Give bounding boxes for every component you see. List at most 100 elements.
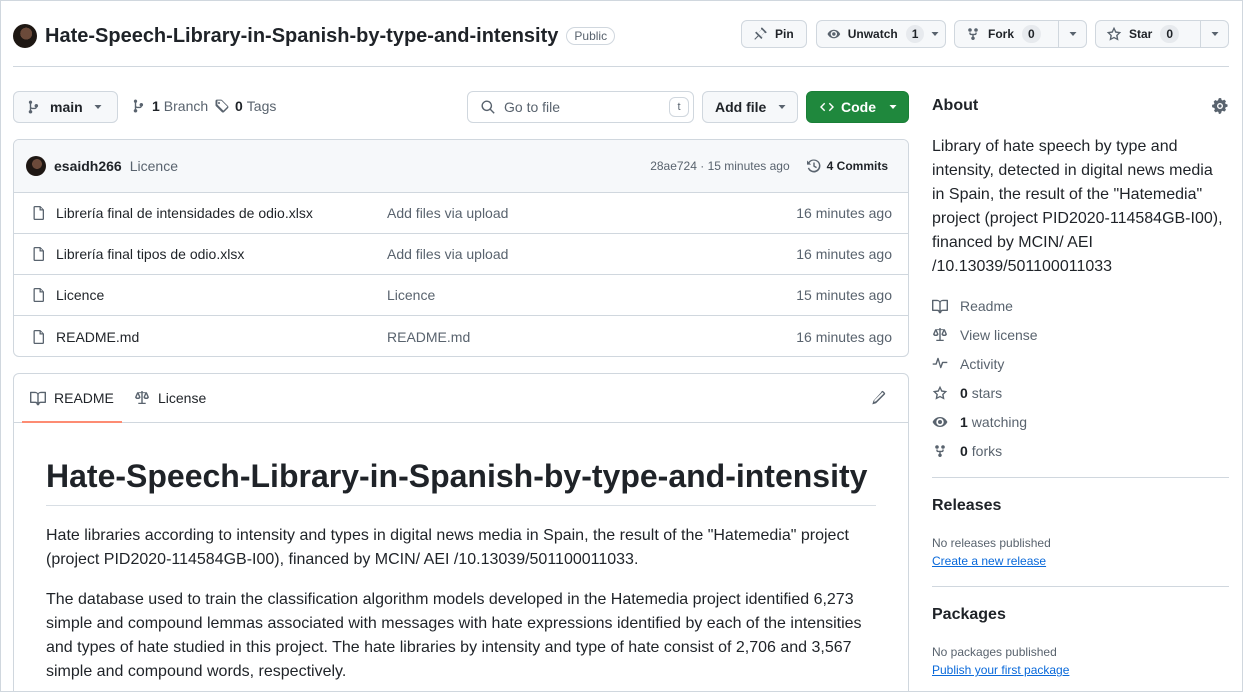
branches-link[interactable]: 1 Branch <box>131 98 208 114</box>
law-icon <box>933 328 947 341</box>
code-icon <box>820 102 834 112</box>
tags-link[interactable]: 0 Tags <box>214 98 276 114</box>
packages-empty-text: No packages published <box>932 645 1057 659</box>
file-name[interactable]: README.md <box>56 329 139 345</box>
pin-label: Pin <box>775 27 794 41</box>
fork-button[interactable]: Fork 0 <box>954 20 1087 48</box>
branch-selector[interactable]: main <box>13 91 118 123</box>
gear-icon[interactable] <box>1212 98 1228 114</box>
file-commit-message[interactable]: Licence <box>387 287 435 303</box>
readme-link-label: Readme <box>960 298 1013 314</box>
stars-count: 0 <box>960 385 968 401</box>
file-commit-message[interactable]: README.md <box>387 329 470 345</box>
law-icon <box>135 391 149 404</box>
watching-label: watching <box>971 414 1028 430</box>
license-link[interactable]: View license <box>932 325 1038 345</box>
readme-paragraph-1: Hate libraries according to intensity an… <box>46 527 849 568</box>
readme-link[interactable]: Readme <box>932 296 1013 316</box>
sidebar-divider <box>932 477 1229 478</box>
file-name[interactable]: Licence <box>56 287 104 303</box>
star-button[interactable]: Star 0 <box>1095 20 1229 48</box>
watch-counter: 1 <box>905 25 925 43</box>
activity-link[interactable]: Activity <box>932 354 1004 374</box>
pin-button[interactable]: Pin <box>741 20 807 48</box>
file-row[interactable]: Librería final de intensidades de odio.x… <box>14 193 908 234</box>
star-icon <box>1106 26 1122 41</box>
add-file-button[interactable]: Add file <box>702 91 798 123</box>
unwatch-dropdown[interactable] <box>924 21 945 47</box>
file-row[interactable]: Librería final tipos de odio.xlsx Add fi… <box>14 234 908 275</box>
releases-title[interactable]: Releases <box>932 497 1001 515</box>
repo-name[interactable]: Hate-Speech-Library-in-Spanish-by-type-a… <box>45 25 558 48</box>
sidebar-divider <box>932 586 1229 587</box>
commit-message[interactable]: Licence <box>130 158 178 174</box>
file-row[interactable]: README.md README.md 16 minutes ago <box>14 316 908 356</box>
readme-paragraph-2: The database used to train the classific… <box>46 591 862 680</box>
star-icon <box>932 385 948 400</box>
caret-down-icon <box>94 105 102 109</box>
commits-label: Commits <box>836 159 888 173</box>
eye-icon <box>932 417 948 427</box>
file-list: esaidh266 Licence 28ae724 · 15 minutes a… <box>13 139 909 357</box>
file-icon <box>33 329 44 344</box>
file-commit-time: 16 minutes ago <box>796 205 892 221</box>
file-commit-message[interactable]: Add files via upload <box>387 205 508 221</box>
forks-link[interactable]: 0 forks <box>932 441 1002 461</box>
commit-hash-time[interactable]: 28ae724 · 15 minutes ago <box>650 159 789 173</box>
releases-empty-text: No releases published <box>932 536 1051 550</box>
pulse-icon <box>932 357 948 369</box>
go-to-file-input[interactable] <box>504 99 654 115</box>
author-avatar[interactable] <box>26 156 46 176</box>
star-dropdown[interactable] <box>1200 21 1228 47</box>
caret-down-icon <box>778 105 786 109</box>
commits-count: 4 <box>826 159 834 173</box>
go-to-file-box[interactable]: t <box>467 91 694 123</box>
license-link-label: View license <box>960 327 1038 343</box>
about-title: About <box>932 97 979 114</box>
packages-title[interactable]: Packages <box>932 606 1006 624</box>
stars-link[interactable]: 0 stars <box>932 383 1002 403</box>
tags-label: Tags <box>246 98 277 114</box>
file-icon <box>33 247 44 261</box>
file-name[interactable]: Librería final de intensidades de odio.x… <box>56 205 313 221</box>
fork-icon <box>935 445 945 458</box>
fork-counter: 0 <box>1022 25 1041 43</box>
tab-readme[interactable]: README <box>22 374 122 423</box>
commits-link[interactable]: 4 Commits <box>806 158 888 174</box>
stars-label: stars <box>971 385 1003 401</box>
header-divider <box>13 66 1229 67</box>
readme-tabs: README License <box>14 374 908 423</box>
visibility-badge: Public <box>566 27 616 45</box>
branches-count: 1 <box>152 98 160 114</box>
publish-package-link[interactable]: Publish your first package <box>932 663 1069 677</box>
tab-readme-label: README <box>54 390 114 406</box>
star-label: Star <box>1129 27 1153 41</box>
tab-license[interactable]: License <box>134 374 206 422</box>
book-icon <box>932 299 948 314</box>
tag-icon <box>215 99 229 113</box>
file-row[interactable]: Licence Licence 15 minutes ago <box>14 275 908 316</box>
file-commit-time: 16 minutes ago <box>796 246 892 262</box>
fork-dropdown[interactable] <box>1058 21 1086 47</box>
unwatch-button[interactable]: Unwatch 1 <box>816 20 946 48</box>
create-release-link[interactable]: Create a new release <box>932 554 1046 568</box>
eye-icon <box>827 29 841 39</box>
about-description: Library of hate speech by type and inten… <box>932 138 1223 275</box>
file-commit-message[interactable]: Add files via upload <box>387 246 508 262</box>
branch-name: main <box>50 99 83 115</box>
watching-link[interactable]: 1 watching <box>932 412 1027 432</box>
activity-link-label: Activity <box>960 356 1005 372</box>
caret-down-icon <box>889 105 897 109</box>
owner-avatar[interactable] <box>13 24 37 48</box>
star-counter: 0 <box>1160 25 1180 43</box>
latest-commit-bar: esaidh266 Licence 28ae724 · 15 minutes a… <box>14 140 908 193</box>
fork-label: Fork <box>988 27 1015 41</box>
file-icon <box>33 288 44 302</box>
code-button[interactable]: Code <box>806 91 909 123</box>
pencil-icon[interactable] <box>870 390 886 406</box>
file-icon <box>33 206 44 220</box>
commit-author[interactable]: esaidh266 <box>54 158 122 174</box>
file-commit-time: 15 minutes ago <box>796 287 892 303</box>
code-label: Code <box>841 99 876 115</box>
file-name[interactable]: Librería final tipos de odio.xlsx <box>56 246 244 262</box>
